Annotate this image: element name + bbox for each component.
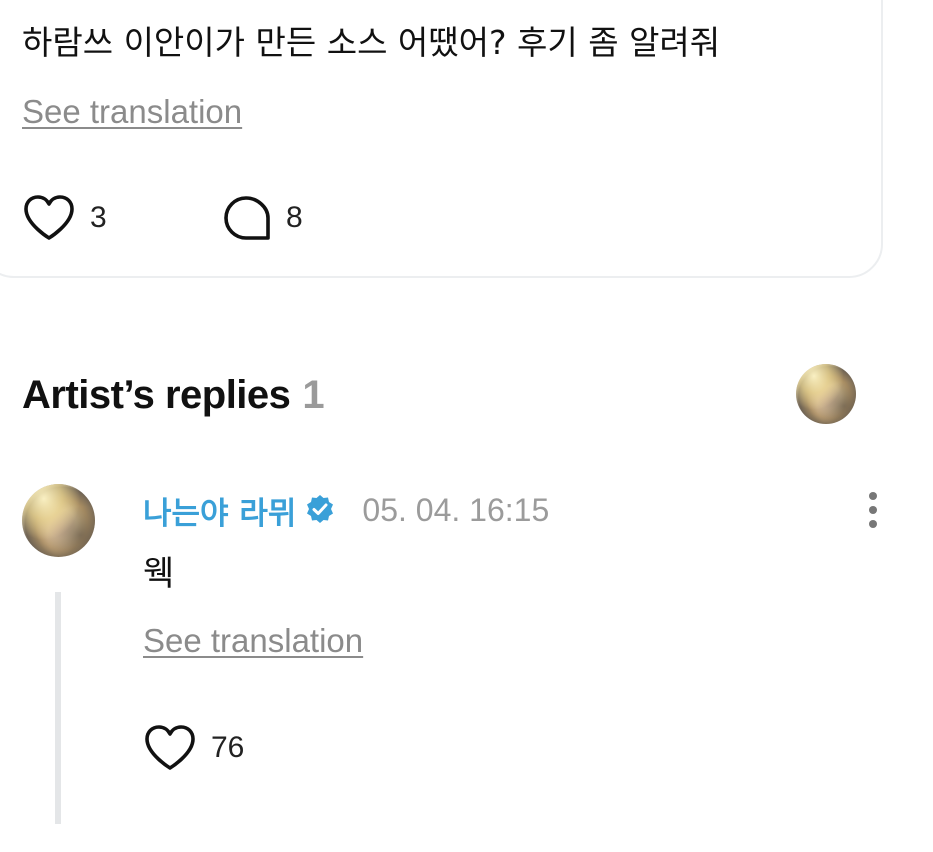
reply-timestamp: 05. 04. 16:15 (362, 492, 550, 528)
artist-avatar[interactable] (796, 364, 856, 424)
artist-replies-label: Artist’s replies (22, 373, 291, 417)
heart-icon (143, 724, 197, 772)
post-comment-count: 8 (286, 201, 303, 234)
post-like-button[interactable]: 3 (22, 194, 107, 242)
speech-bubble-icon (222, 194, 272, 242)
artist-replies-title: Artist’s replies 1 (22, 373, 325, 418)
post-comment-button[interactable]: 8 (222, 194, 303, 242)
post-like-count: 3 (90, 201, 107, 234)
post-text: 하람쓰 이안이가 만든 소스 어땠어? 후기 좀 알려줘 (22, 23, 721, 62)
reply-see-translation-link[interactable]: See translation (143, 622, 363, 660)
heart-icon (22, 194, 76, 242)
verified-badge-icon (304, 493, 336, 529)
reply-meta: 나는야 라뮈 05. 04. 16:15 (143, 488, 549, 533)
reply-like-button[interactable]: 76 (143, 724, 244, 772)
reply-thread-line (55, 592, 61, 824)
reply-author-name[interactable]: 나는야 라뮈 (143, 488, 296, 533)
page: 하람쓰 이안이가 만든 소스 어땠어? 후기 좀 알려줘 See transla… (0, 0, 933, 852)
more-vertical-icon[interactable] (860, 490, 886, 530)
reply-text: 웩 (143, 554, 175, 594)
reply-like-count: 76 (211, 731, 245, 764)
reply-author-avatar[interactable] (22, 484, 95, 557)
post-see-translation-link[interactable]: See translation (22, 93, 242, 131)
artist-replies-count: 1 (302, 373, 325, 417)
